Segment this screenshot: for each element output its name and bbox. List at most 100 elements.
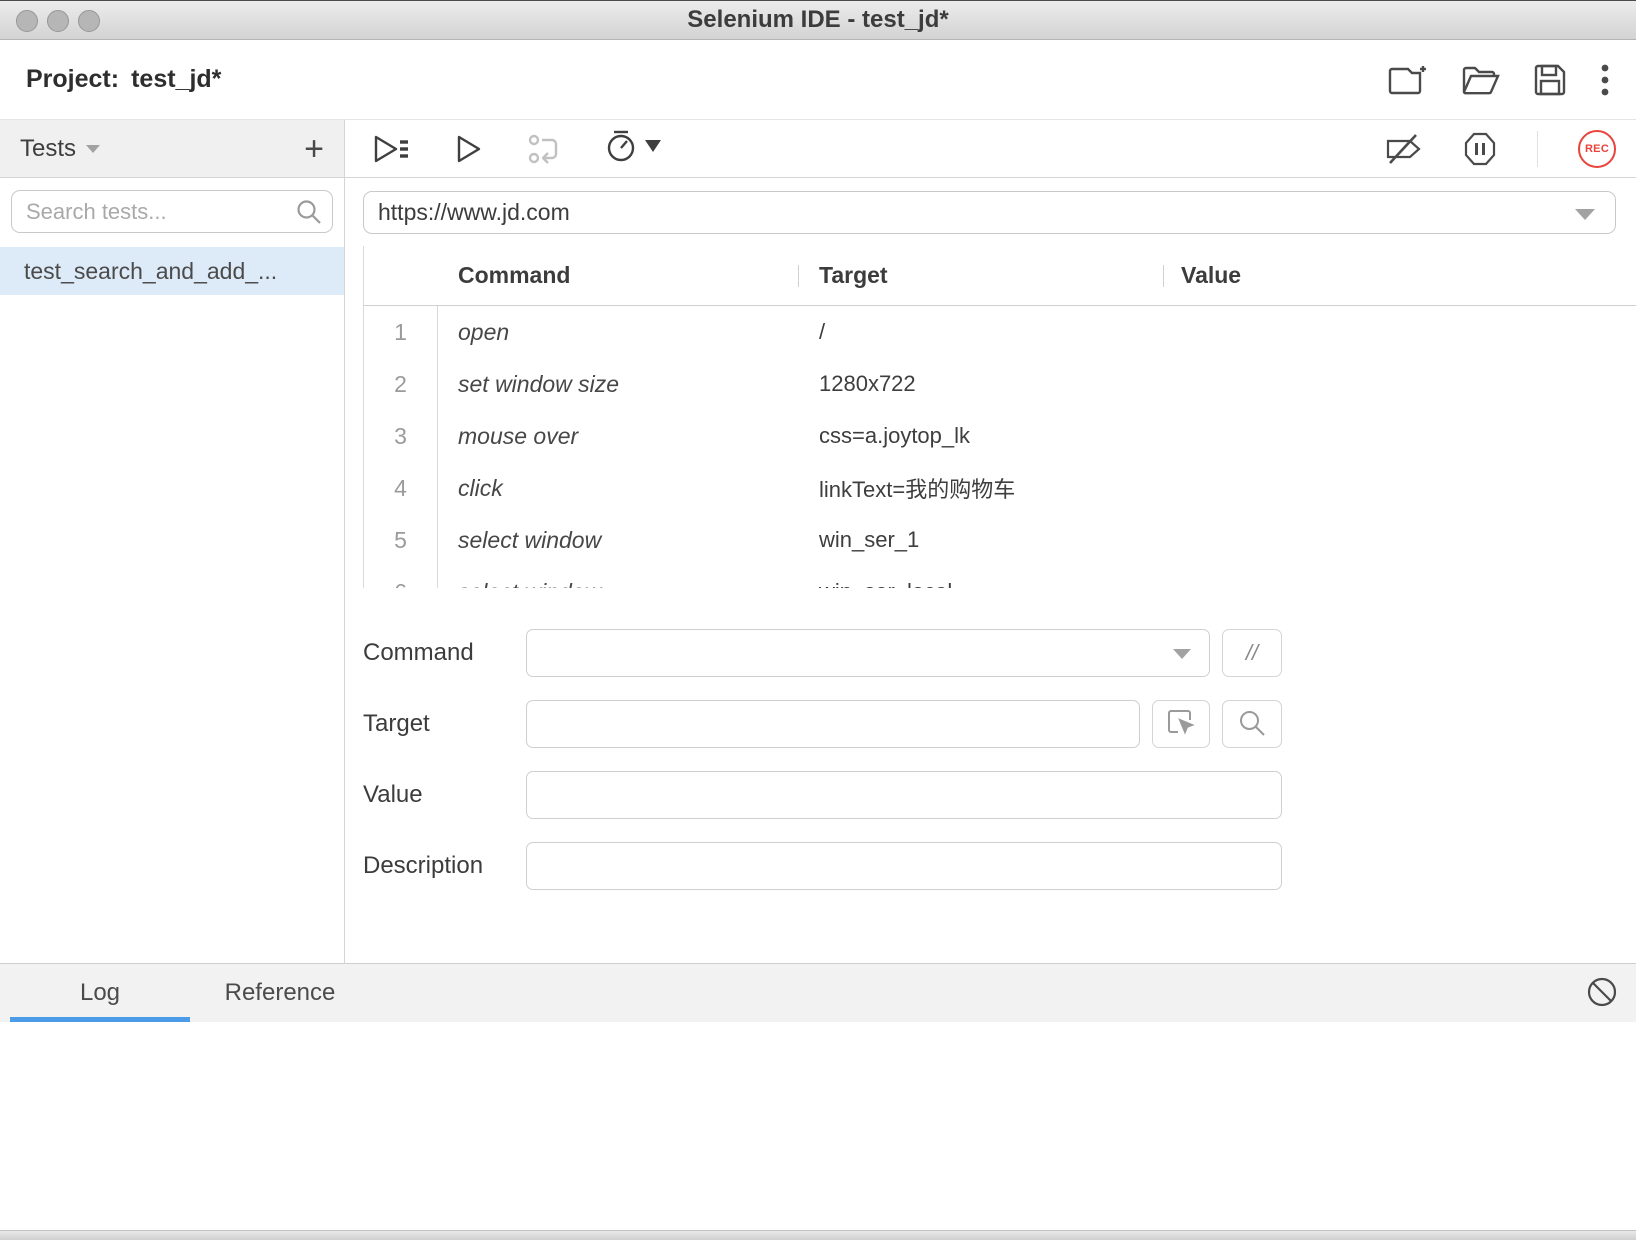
row-number: 2: [364, 358, 438, 410]
save-project-icon: [1534, 64, 1566, 96]
test-speed-caret-icon: [644, 138, 662, 159]
row-number: 4: [364, 462, 438, 514]
command-row[interactable]: 1 open /: [364, 306, 1636, 358]
base-url-caret-icon: [1575, 209, 1595, 220]
command-caret-icon: [1173, 649, 1191, 659]
disable-breakpoints-icon: [1385, 131, 1423, 167]
row-command: mouse over: [438, 410, 798, 462]
tests-dropdown-caret-icon[interactable]: [86, 145, 100, 153]
row-number: 1: [364, 306, 438, 358]
row-command: open: [438, 306, 798, 358]
row-number: 3: [364, 410, 438, 462]
value-input[interactable]: [526, 771, 1282, 819]
command-row[interactable]: 4 click linkText=我的购物车: [364, 462, 1636, 514]
search-tests-input[interactable]: [11, 190, 333, 233]
select-target-button[interactable]: [1152, 700, 1210, 748]
window-title: Selenium IDE - test_jd*: [687, 6, 948, 34]
pause-on-exceptions-button[interactable]: [1463, 132, 1497, 166]
new-project-icon: [1388, 63, 1428, 97]
select-target-icon: [1166, 708, 1196, 741]
log-output: [0, 1022, 1636, 1230]
test-name: test_search_and_add_...: [24, 258, 277, 285]
playback-toolbar: REC: [345, 120, 1636, 178]
base-url-row: https://www.jd.com: [345, 178, 1636, 246]
row-target: win_ser_local: [798, 566, 1163, 588]
tests-dropdown[interactable]: Tests: [20, 135, 76, 163]
description-field-label: Description: [363, 852, 526, 880]
minimize-window-button[interactable]: [47, 10, 69, 32]
command-row[interactable]: 3 mouse over css=a.joytop_lk: [364, 410, 1636, 462]
row-value: [1163, 306, 1636, 358]
command-row[interactable]: 5 select window win_ser_1: [364, 514, 1636, 566]
record-button[interactable]: REC: [1578, 130, 1616, 168]
window-titlebar: Selenium IDE - test_jd*: [0, 0, 1636, 40]
row-target: win_ser_1: [798, 514, 1163, 566]
open-project-icon: [1462, 64, 1500, 96]
save-project-button[interactable]: [1534, 64, 1566, 96]
description-input[interactable]: [526, 842, 1282, 890]
zoom-window-button[interactable]: [78, 10, 100, 32]
test-speed-icon: [606, 130, 636, 167]
command-field-label: Command: [363, 639, 526, 667]
test-speed-control[interactable]: [606, 130, 662, 167]
run-all-tests-button[interactable]: [372, 134, 410, 164]
run-current-test-button[interactable]: [456, 134, 482, 164]
tab-reference[interactable]: Reference: [190, 964, 370, 1022]
toolbar-separator: [1537, 131, 1538, 167]
disable-breakpoints-button[interactable]: [1385, 131, 1423, 167]
column-header-value: Value: [1163, 262, 1636, 289]
command-row[interactable]: 2 set window size 1280x722: [364, 358, 1636, 410]
traffic-lights: [16, 10, 100, 32]
add-test-button[interactable]: +: [304, 132, 324, 166]
find-target-button[interactable]: [1222, 700, 1282, 748]
project-header: Project: test_jd*: [0, 40, 1636, 120]
window-bottom-edge: [0, 1230, 1636, 1240]
row-value: [1163, 514, 1636, 566]
base-url-select[interactable]: https://www.jd.com: [363, 191, 1616, 234]
step-over-icon: [528, 134, 560, 164]
step-over-button[interactable]: [528, 134, 560, 164]
toggle-comment-button[interactable]: //: [1222, 629, 1282, 677]
run-current-test-icon: [456, 134, 482, 164]
log-panel-tabs: Log Reference: [0, 963, 1636, 1022]
run-all-tests-icon: [372, 134, 410, 164]
row-command: click: [438, 462, 798, 514]
target-field-label: Target: [363, 710, 526, 738]
row-command: set window size: [438, 358, 798, 410]
pause-on-exceptions-icon: [1463, 132, 1497, 166]
open-project-button[interactable]: [1462, 64, 1500, 96]
command-table-header: Command Target Value: [363, 246, 1636, 306]
find-target-icon: [1238, 709, 1266, 740]
row-target: css=a.joytop_lk: [798, 410, 1163, 462]
command-editor: Command // Target: [345, 588, 1636, 963]
command-table-body: 1 open / 2 set window size 1280x722 3 mo…: [363, 306, 1636, 588]
main-panel: REC https://www.jd.com Command Target Va…: [345, 120, 1636, 963]
base-url-value: https://www.jd.com: [378, 199, 570, 226]
close-window-button[interactable]: [16, 10, 38, 32]
command-row[interactable]: 6 select window win_ser_local: [364, 566, 1636, 588]
row-target: /: [798, 306, 1163, 358]
project-title: Project: test_jd*: [26, 65, 221, 94]
project-label: Project:: [26, 65, 119, 93]
more-menu-button[interactable]: [1600, 63, 1610, 97]
row-target: linkText=我的购物车: [798, 462, 1163, 514]
command-combobox[interactable]: [526, 629, 1210, 677]
more-menu-icon: [1600, 63, 1610, 97]
project-name: test_jd*: [131, 65, 221, 93]
row-value: [1163, 566, 1636, 588]
row-command: select window: [438, 566, 798, 588]
row-value: [1163, 410, 1636, 462]
target-input[interactable]: [526, 700, 1140, 748]
test-list-item[interactable]: test_search_and_add_...: [0, 247, 344, 295]
test-search: [0, 178, 344, 247]
row-value: [1163, 462, 1636, 514]
column-header-target: Target: [798, 262, 1163, 289]
search-icon: [296, 199, 322, 230]
clear-log-icon: [1586, 976, 1618, 1008]
row-number: 5: [364, 514, 438, 566]
row-target: 1280x722: [798, 358, 1163, 410]
new-project-button[interactable]: [1388, 63, 1428, 97]
tab-log[interactable]: Log: [10, 964, 190, 1022]
clear-log-button[interactable]: [1586, 976, 1618, 1008]
test-list: test_search_and_add_...: [0, 247, 344, 963]
